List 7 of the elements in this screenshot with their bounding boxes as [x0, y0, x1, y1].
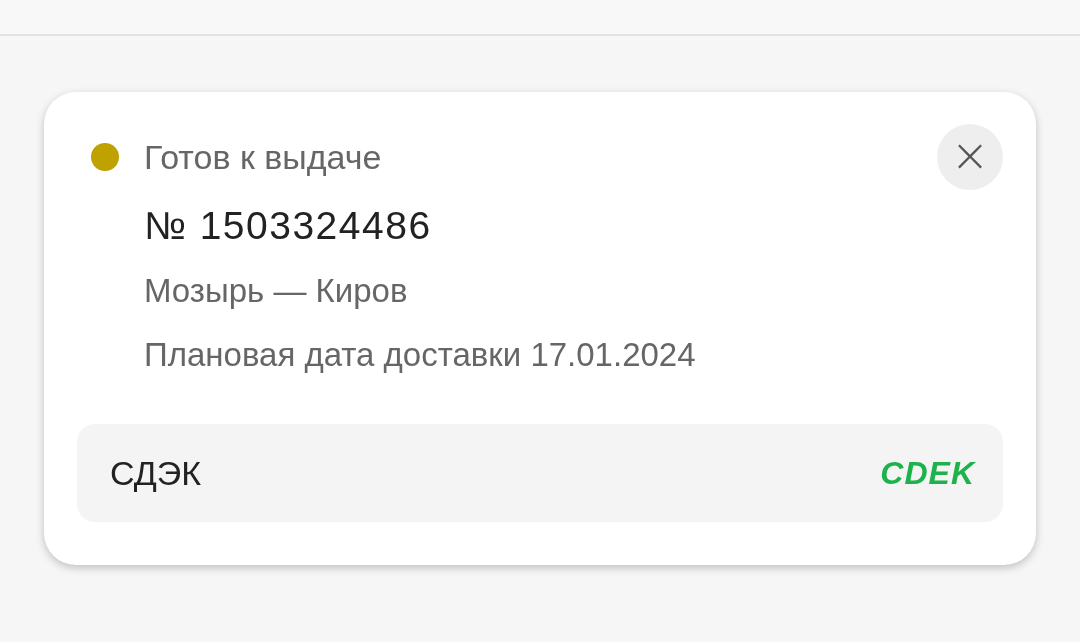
route-text: Мозырь — Киров: [144, 272, 409, 310]
carrier-logo: CDEK: [880, 454, 975, 492]
carrier-name: СДЭК: [110, 453, 202, 493]
close-button[interactable]: ×: [937, 124, 1003, 190]
status-label: Готов к выдаче: [144, 137, 383, 177]
order-number: № 1503324486: [144, 204, 433, 248]
delivery-date: Плановая дата доставки 17.01.2024: [144, 336, 697, 374]
